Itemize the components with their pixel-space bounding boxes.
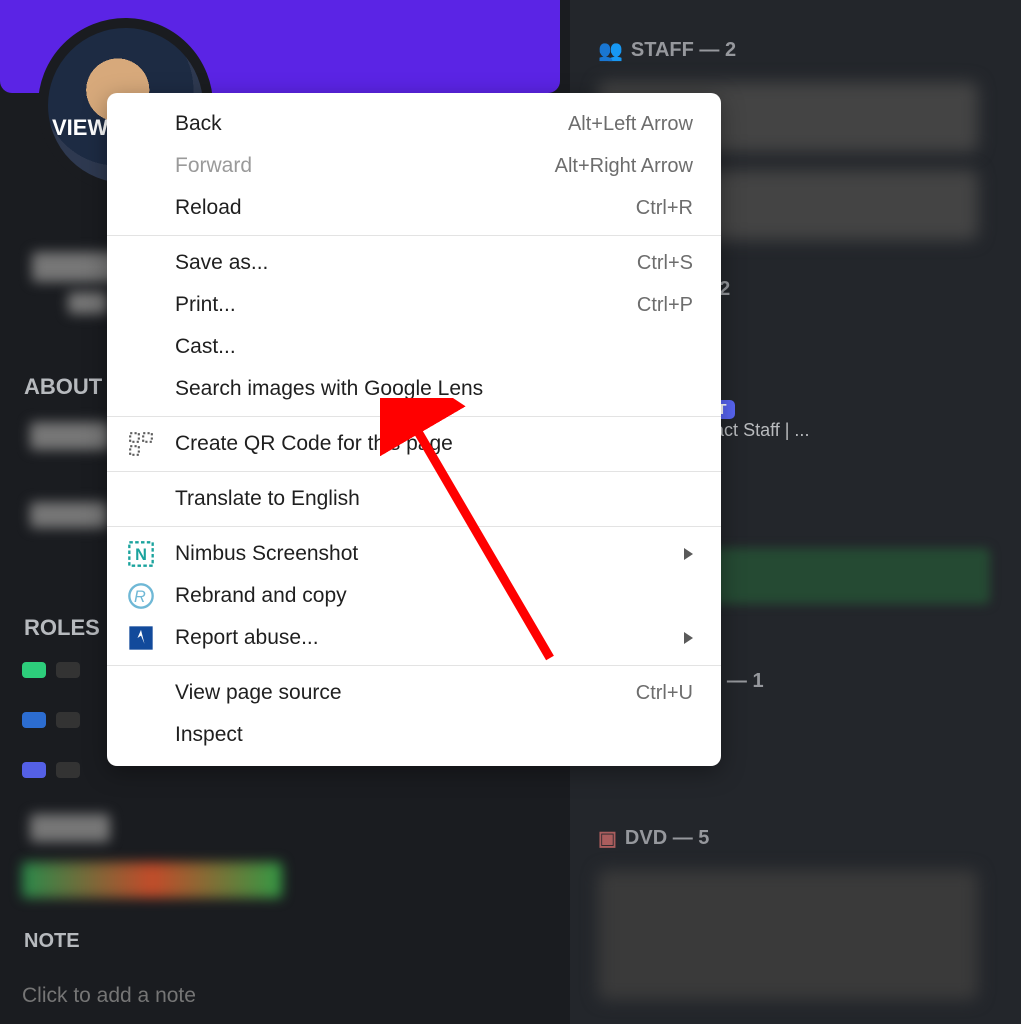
menu-item-inspect[interactable]: Inspect [107,714,721,756]
menu-item-print[interactable]: Print... Ctrl+P [107,284,721,326]
menu-shortcut: Ctrl+R [636,197,693,220]
menu-label: Create QR Code for this page [175,432,453,456]
dvd-members-blurred [598,870,978,1000]
menu-item-reload[interactable]: Reload Ctrl+R [107,187,721,229]
menu-label: Forward [175,154,252,178]
menu-label: View page source [175,681,342,705]
group-count: 2 [725,39,736,62]
menu-shortcut: Alt+Right Arrow [555,155,693,178]
report-icon [125,622,157,654]
menu-separator [107,526,721,527]
menu-separator [107,665,721,666]
role-chip-row-4 [30,814,110,842]
menu-label: Translate to English [175,487,360,511]
menu-shortcut: Ctrl+U [636,682,693,705]
qr-icon [125,428,157,460]
submenu-arrow-icon [684,632,693,644]
menu-label: Cast... [175,335,236,359]
menu-item-cast[interactable]: Cast... [107,326,721,368]
menu-item-forward: Forward Alt+Right Arrow [107,145,721,187]
submenu-arrow-icon [684,548,693,560]
menu-item-translate[interactable]: Translate to English [107,478,721,520]
menu-shortcut: Ctrl+P [637,294,693,317]
menu-label: Nimbus Screenshot [175,542,358,566]
section-title-about: ABOUT [24,374,102,400]
note-input[interactable] [22,984,422,1008]
menu-item-nimbus[interactable]: N Nimbus Screenshot [107,533,721,575]
menu-label: Search images with Google Lens [175,377,483,401]
menu-item-back[interactable]: Back Alt+Left Arrow [107,103,721,145]
role-chip-row-1 [22,662,86,683]
menu-label: Rebrand and copy [175,584,347,608]
menu-item-report[interactable]: Report abuse... [107,617,721,659]
group-icon: 👥 [598,38,623,63]
group-count: 1 [752,670,763,693]
view-profile-label[interactable]: VIEW [52,115,108,141]
menu-label: Reload [175,196,242,220]
menu-item-googlelens[interactable]: Search images with Google Lens [107,368,721,410]
svg-text:N: N [135,546,147,564]
role-chip-row-3 [22,762,86,783]
menu-label: Save as... [175,251,268,275]
menu-separator [107,416,721,417]
browser-context-menu: Back Alt+Left Arrow Forward Alt+Right Ar… [107,93,721,766]
menu-label: Back [175,112,222,136]
menu-item-rebrand[interactable]: R Rebrand and copy [107,575,721,617]
group-icon: ▣ [598,826,617,851]
role-chip-row-5 [22,862,282,898]
member-group-staff: 👥 STAFF — 2 [598,38,736,63]
menu-shortcut: Ctrl+S [637,252,693,275]
section-title-note: NOTE [24,930,80,953]
menu-label: Inspect [175,723,243,747]
svg-text:R: R [134,588,146,606]
group-label: DVD [625,827,667,850]
member-group-dvd: ▣ DVD — 5 [598,826,709,851]
group-label: STAFF [631,39,694,62]
menu-separator [107,235,721,236]
nimbus-icon: N [125,538,157,570]
menu-label: Report abuse... [175,626,319,650]
group-count: 5 [698,827,709,850]
menu-label: Print... [175,293,236,317]
menu-separator [107,471,721,472]
menu-item-viewsource[interactable]: View page source Ctrl+U [107,672,721,714]
menu-shortcut: Alt+Left Arrow [568,113,693,136]
menu-item-saveas[interactable]: Save as... Ctrl+S [107,242,721,284]
role-chip-row-2 [22,712,86,733]
about-line-2 [30,502,108,528]
rebrand-icon: R [125,580,157,612]
tag-blurred [68,292,108,314]
section-title-roles: ROLES [24,615,100,641]
about-line-1 [30,422,110,450]
menu-item-qr[interactable]: Create QR Code for this page [107,423,721,465]
